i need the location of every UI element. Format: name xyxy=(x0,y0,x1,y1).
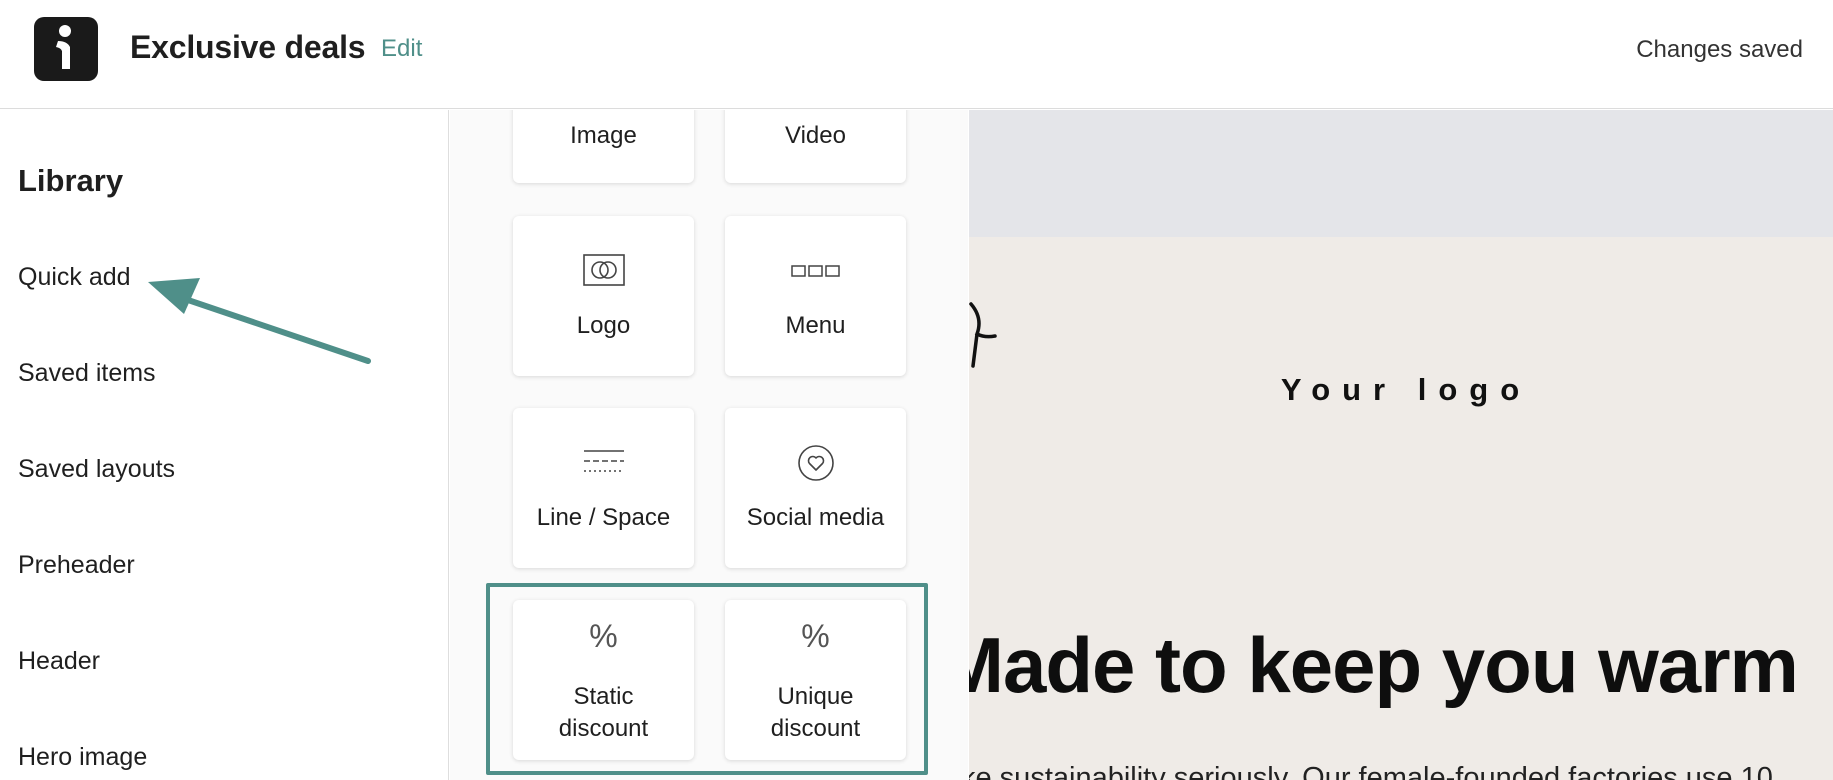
campaign-title: Exclusive deals xyxy=(130,29,366,65)
sidebar-item-quick-add[interactable]: Quick add xyxy=(18,263,131,292)
discount-blocks-highlight xyxy=(486,583,928,775)
save-status: Changes saved xyxy=(1636,36,1803,63)
sidebar-item-header[interactable]: Header xyxy=(18,647,100,676)
library-title: Library xyxy=(18,163,124,198)
block-logo[interactable]: Logo xyxy=(513,216,694,376)
preview-top-band xyxy=(969,110,1833,237)
preview-headline: Made to keep you warm xyxy=(969,621,1799,709)
block-menu[interactable]: Menu xyxy=(725,216,906,376)
preview-logo-text: Your logo xyxy=(1280,372,1532,407)
logo-block-icon xyxy=(582,254,625,286)
block-image-label: Image xyxy=(570,122,637,149)
sidebar-item-preheader[interactable]: Preheader xyxy=(18,551,135,580)
block-line-space[interactable]: Line / Space xyxy=(513,408,694,568)
annotation-arrow-icon xyxy=(148,278,371,364)
heart-circle-icon xyxy=(797,445,834,481)
app-logo-icon[interactable] xyxy=(34,17,98,81)
edit-title-link[interactable]: Edit xyxy=(381,35,422,63)
sidebar-item-saved-layouts[interactable]: Saved layouts xyxy=(18,455,175,484)
block-image[interactable]: Image xyxy=(513,110,694,183)
block-menu-label: Menu xyxy=(785,312,846,339)
line-space-icon xyxy=(583,450,624,472)
block-logo-label: Logo xyxy=(576,312,631,339)
sidebar-item-saved-items[interactable]: Saved items xyxy=(18,359,156,388)
menu-block-icon xyxy=(790,265,840,277)
block-social-media[interactable]: Social media xyxy=(725,408,906,568)
block-line-space-label: Line / Space xyxy=(536,504,671,531)
block-social-media-label: Social media xyxy=(746,504,885,531)
library-sidebar: Library Quick add Saved items Saved layo… xyxy=(0,110,449,780)
top-bar: Exclusive deals Edit Changes saved xyxy=(0,0,1833,109)
sidebar-item-hero-image[interactable]: Hero image xyxy=(18,743,147,772)
preview-body-text: ke sustainability seriously. Our female-… xyxy=(969,762,1773,780)
decorative-squiggle-icon xyxy=(969,302,997,368)
block-video-label: Video xyxy=(785,122,846,149)
block-video[interactable]: Video xyxy=(725,110,906,183)
email-preview[interactable]: Your logo Made to keep you warm ke susta… xyxy=(969,110,1833,780)
